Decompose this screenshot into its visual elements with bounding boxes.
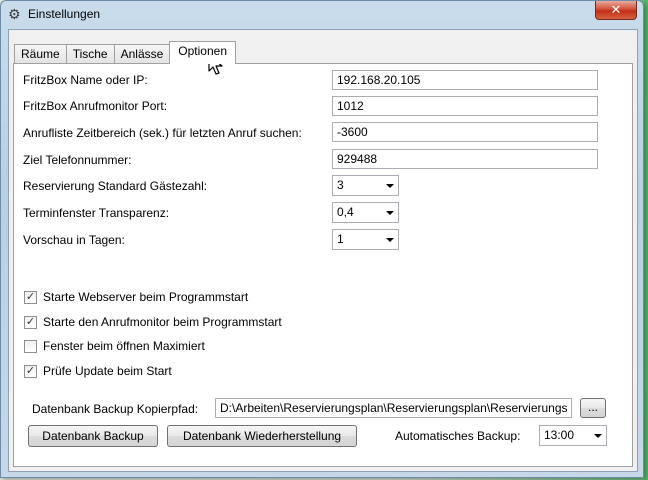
close-button[interactable]: ✕ xyxy=(595,1,637,20)
chevron-down-icon xyxy=(594,434,602,438)
checkbox-box[interactable]: ✓ xyxy=(24,290,37,304)
fritzbox-port-label: FritzBox Anrufmonitor Port: xyxy=(23,99,168,113)
checkbox-label: Fenster beim öffnen Maximiert xyxy=(43,339,205,353)
tab-tische[interactable]: Tische xyxy=(65,44,115,64)
checkbox-update[interactable]: ✓ Prüfe Update beim Start xyxy=(24,364,172,378)
checkbox-maximiert[interactable]: Fenster beim öffnen Maximiert xyxy=(24,339,205,353)
chevron-down-icon xyxy=(386,211,394,215)
standard-gaestezahl-value: 3 xyxy=(337,178,344,192)
restore-button[interactable]: Datenbank Wiederherstellung xyxy=(167,425,357,447)
checkbox-webserver[interactable]: ✓ Starte Webserver beim Programmstart xyxy=(24,290,248,304)
tab-optionen[interactable]: Optionen xyxy=(169,41,236,64)
window-title: Einstellungen xyxy=(28,7,101,21)
window-client-area: Räume Tische Anlässe Optionen FritzBox N… xyxy=(8,29,638,472)
vorschau-tage-value: 1 xyxy=(337,232,344,246)
vorschau-tage-select[interactable]: 1 xyxy=(332,229,399,250)
ziel-telefonnummer-label: Ziel Telefonnummer: xyxy=(23,153,132,167)
browse-button[interactable]: ... xyxy=(580,398,606,418)
checkbox-box[interactable]: ✓ xyxy=(24,315,37,329)
settings-window: ⚙ Einstellungen ✕ Räume Tische Anlässe O… xyxy=(0,0,644,478)
auto-backup-select[interactable]: 13:00 xyxy=(539,425,607,446)
standard-gaestezahl-label: Reservierung Standard Gästezahl: xyxy=(23,179,208,193)
checkbox-label: Starte Webserver beim Programmstart xyxy=(43,290,249,304)
gear-icon: ⚙ xyxy=(8,6,21,22)
fritzbox-name-label: FritzBox Name oder IP: xyxy=(23,73,148,87)
tab-anlaesse[interactable]: Anlässe xyxy=(113,44,171,64)
backup-path-label: Datenbank Backup Kopierpfad: xyxy=(32,402,199,416)
tab-strip: Räume Tische Anlässe Optionen xyxy=(14,41,236,64)
checkbox-box[interactable] xyxy=(24,339,37,353)
terminfenster-transparenz-value: 0,4 xyxy=(337,205,354,219)
terminfenster-transparenz-label: Terminfenster Transparenz: xyxy=(23,206,170,220)
desktop-edge xyxy=(644,0,648,480)
backup-path-input[interactable]: D:\Arbeiten\Reservierungsplan\Reservieru… xyxy=(215,398,572,418)
checkbox-box[interactable]: ✓ xyxy=(24,364,37,378)
standard-gaestezahl-select[interactable]: 3 xyxy=(332,175,399,196)
terminfenster-transparenz-select[interactable]: 0,4 xyxy=(332,202,399,223)
chevron-down-icon xyxy=(386,238,394,242)
checkbox-label: Prüfe Update beim Start xyxy=(43,364,172,378)
anrufliste-zeitbereich-label: Anrufliste Zeitbereich (sek.) für letzte… xyxy=(23,126,302,140)
auto-backup-value: 13:00 xyxy=(544,428,575,442)
checkbox-anrufmonitor[interactable]: ✓ Starte den Anrufmonitor beim Programms… xyxy=(24,315,282,329)
ziel-telefonnummer-input[interactable]: 929488 xyxy=(332,149,598,169)
tab-raeume[interactable]: Räume xyxy=(14,44,67,64)
anrufliste-zeitbereich-input[interactable]: -3600 xyxy=(332,122,598,142)
checkbox-label: Starte den Anrufmonitor beim Programmsta… xyxy=(43,315,282,329)
options-panel: FritzBox Name oder IP: 192.168.20.105 Fr… xyxy=(13,63,633,467)
title-bar[interactable]: ⚙ Einstellungen ✕ xyxy=(1,1,643,29)
backup-button[interactable]: Datenbank Backup xyxy=(28,425,158,447)
auto-backup-label: Automatisches Backup: xyxy=(395,429,521,443)
chevron-down-icon xyxy=(386,184,394,188)
vorschau-tage-label: Vorschau in Tagen: xyxy=(23,233,125,247)
fritzbox-name-input[interactable]: 192.168.20.105 xyxy=(332,70,598,90)
fritzbox-port-input[interactable]: 1012 xyxy=(332,96,598,116)
